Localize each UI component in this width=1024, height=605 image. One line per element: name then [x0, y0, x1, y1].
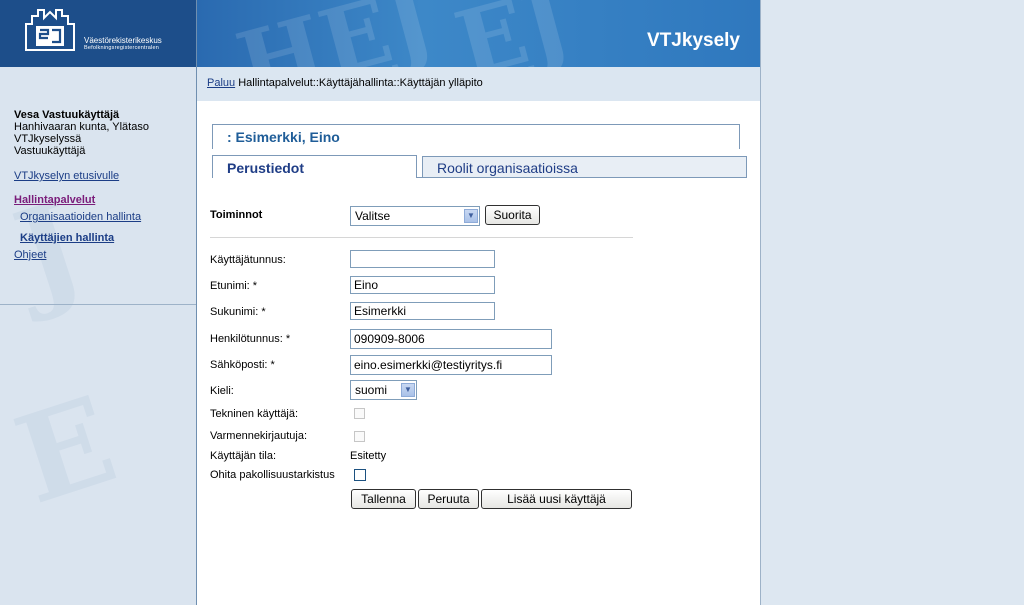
user-org: Hanhivaaran kunta, Ylätaso [14, 121, 149, 133]
tab-org-roles-label: Roolit organisaatioissa [437, 160, 578, 176]
tab-bar: Perustiedot Roolit organisaatioissa [212, 155, 747, 178]
skip-check-checkbox[interactable] [354, 469, 366, 481]
back-link[interactable]: Paluu [207, 77, 235, 89]
sidebar-divider [0, 304, 196, 305]
add-new-user-button[interactable]: Lisää uusi käyttäjä [481, 489, 632, 509]
org-name-fi: Väestörekisterikeskus [84, 36, 162, 45]
username-input[interactable] [350, 250, 495, 268]
tab-org-roles[interactable]: Roolit organisaatioissa [422, 156, 747, 177]
language-label: Kieli: [210, 385, 234, 397]
nav-org-admin-link[interactable]: Organisaatioiden hallinta [20, 211, 141, 223]
firstname-label: Etunimi: * [210, 280, 258, 292]
chevron-down-icon: ▼ [401, 383, 415, 397]
actions-select-value: Valitse [355, 209, 391, 223]
nav-home-link[interactable]: VTJkyselyn etusivulle [14, 170, 119, 182]
user-state-value: Esitetty [350, 450, 387, 462]
username-label: Käyttäjätunnus: [210, 254, 286, 266]
email-label: Sähköposti: * [210, 359, 275, 371]
app-title: VTJkysely [647, 30, 740, 51]
breadcrumb: Paluu Hallintapalvelut::Käyttäjähallinta… [197, 67, 760, 101]
skip-check-label: Ohita pakollisuustarkistus [210, 469, 335, 481]
run-button[interactable]: Suorita [485, 205, 540, 225]
save-button[interactable]: Tallenna [351, 489, 416, 509]
language-select-value: suomi [355, 383, 388, 397]
technical-user-label: Tekninen käyttäjä: [210, 408, 299, 420]
actions-select[interactable]: Valitse ▼ [350, 206, 480, 226]
header-banner: HEJ EJ VTJkysely [197, 0, 760, 67]
vrk-emblem-icon [25, 9, 75, 51]
cancel-button[interactable]: Peruuta [418, 489, 479, 509]
tab-basic-info[interactable]: Perustiedot [212, 155, 417, 178]
ssn-label: Henkilötunnus: * [210, 333, 291, 345]
actions-label: Toiminnot [210, 209, 263, 221]
cert-login-label: Varmennekirjautuja: [210, 430, 308, 442]
nav-user-admin-link[interactable]: Käyttäjien hallinta [20, 232, 114, 244]
banner-watermark: HEJ [227, 0, 444, 67]
sidebar: J E Väestörekisterikeskus Befolkningsreg… [0, 0, 197, 605]
nav-admin-services[interactable]: Hallintapalvelut [14, 194, 95, 206]
user-role: Vastuukäyttäjä [14, 145, 86, 157]
banner-watermark: EJ [445, 0, 581, 67]
lastname-label: Sukunimi: * [210, 306, 266, 318]
email-input[interactable] [350, 355, 552, 375]
chevron-down-icon: ▼ [464, 209, 478, 223]
record-title-box: : Esimerkki, Eino [212, 124, 740, 149]
form-divider [210, 237, 633, 238]
logo: Väestörekisterikeskus Befolkningsregiste… [0, 0, 196, 67]
org-name-sv: Befolkningsregistercentralen [84, 45, 159, 51]
technical-user-checkbox [354, 408, 365, 419]
user-info: Vesa Vastuukäyttäjä Hanhivaaran kunta, Y… [14, 109, 149, 157]
user-state-label: Käyttäjän tila: [210, 450, 277, 462]
breadcrumb-path: Hallintapalvelut::Käyttäjähallinta::Käyt… [238, 77, 483, 89]
tab-basic-info-label: Perustiedot [227, 160, 305, 176]
user-service: VTJkyselyssä [14, 133, 82, 145]
sidebar-watermark: E [0, 369, 132, 532]
cert-login-checkbox [354, 431, 365, 442]
nav-help-link[interactable]: Ohjeet [14, 249, 46, 261]
record-title: : Esimerkki, Eino [227, 129, 340, 145]
firstname-input[interactable] [350, 276, 495, 294]
ssn-input[interactable] [350, 329, 552, 349]
lastname-input[interactable] [350, 302, 495, 320]
user-name: Vesa Vastuukäyttäjä [14, 109, 120, 121]
language-select[interactable]: suomi ▼ [350, 380, 417, 400]
